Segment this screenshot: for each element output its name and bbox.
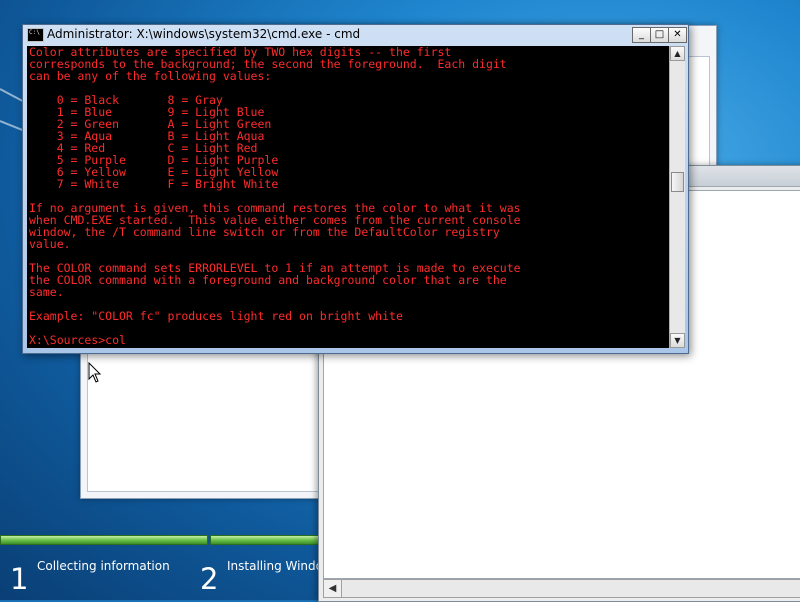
- scroll-up-button[interactable]: ▲: [670, 46, 685, 61]
- progress-bar-step-2: [210, 535, 320, 545]
- close-button[interactable]: ✕: [668, 27, 687, 43]
- progress-bar-step-1: [0, 535, 208, 545]
- horizontal-scrollbar[interactable]: ◀: [323, 579, 800, 598]
- cmd-window-title: Administrator: X:\windows\system32\cmd.e…: [47, 27, 361, 41]
- console-output-area[interactable]: Color attributes are specified by TWO he…: [27, 46, 669, 348]
- mouse-cursor-icon: [88, 362, 102, 383]
- minimize-button[interactable]: _: [632, 27, 651, 43]
- cmd-titlebar[interactable]: Administrator: X:\windows\system32\cmd.e…: [23, 25, 688, 45]
- scrollbar-thumb[interactable]: [671, 172, 684, 192]
- vertical-scrollbar[interactable]: ▲ ▼: [669, 46, 685, 348]
- scroll-left-button[interactable]: ◀: [324, 580, 342, 597]
- scroll-down-button[interactable]: ▼: [670, 333, 685, 348]
- cmd-window: Administrator: X:\windows\system32\cmd.e…: [22, 24, 689, 354]
- console-text: Color attributes are specified by TWO he…: [29, 46, 521, 347]
- step-1-label: Collecting information: [37, 559, 170, 573]
- step-1-number: 1: [10, 562, 29, 596]
- step-2-number: 2: [200, 562, 219, 596]
- maximize-button[interactable]: □: [650, 27, 669, 43]
- step-2-label: Installing Windo: [227, 559, 323, 573]
- cmd-icon[interactable]: [27, 28, 44, 42]
